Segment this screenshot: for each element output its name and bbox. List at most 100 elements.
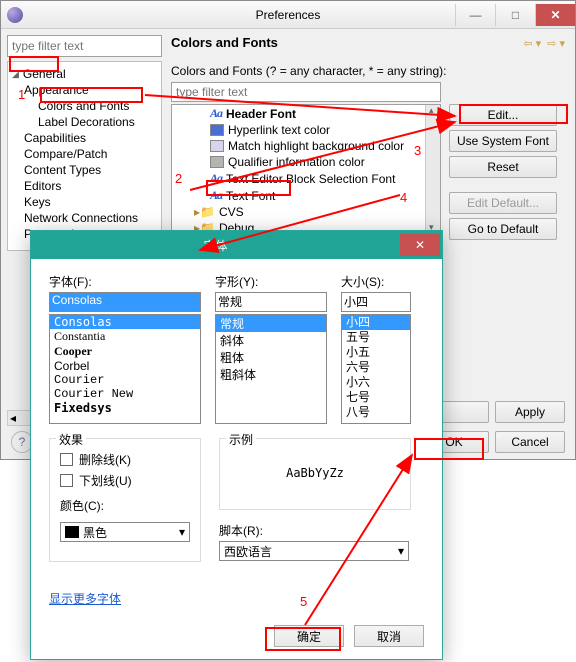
size-label: 大小(S): [341, 273, 411, 290]
annotation-5: 5 [300, 594, 307, 609]
tree-item-general[interactable]: General [8, 66, 161, 82]
underline-checkbox[interactable]: 下划线(U) [60, 472, 190, 489]
annotation-2: 2 [175, 171, 182, 186]
tree-item-network[interactable]: Network Connections [8, 210, 161, 226]
filter-hint: Colors and Fonts (? = any character, * =… [171, 64, 569, 78]
list-item[interactable]: AaText Editor Block Selection Font [172, 170, 440, 187]
sidebar: General Appearance Colors and Fonts Labe… [7, 35, 162, 251]
back-icon[interactable]: ⇦ ▾ [523, 37, 541, 50]
font-option[interactable]: Courier New [50, 387, 200, 401]
tree-item-content-types[interactable]: Content Types [8, 162, 161, 178]
size-option[interactable]: 八号 [342, 405, 410, 420]
strikeout-checkbox[interactable]: 删除线(K) [60, 451, 190, 468]
font-option[interactable]: Corbel [50, 359, 200, 373]
font-icon: Aa [210, 106, 222, 121]
color-swatch-icon [210, 156, 224, 168]
sample-label: 示例 [226, 431, 256, 448]
window-title: Preferences [256, 8, 321, 22]
app-icon [7, 7, 23, 23]
checkbox-icon [60, 474, 73, 487]
size-listbox[interactable]: 小四 五号 小五 六号 小六 七号 八号 [341, 314, 411, 424]
chevron-down-icon: ▾ [398, 544, 404, 558]
font-option[interactable]: Cooper [50, 344, 200, 359]
size-option[interactable]: 七号 [342, 390, 410, 405]
apply-button[interactable]: Apply [495, 401, 565, 423]
font-dialog-titlebar: 字体 ✕ [31, 231, 442, 259]
font-name-input[interactable]: Consolas [49, 292, 201, 312]
font-option[interactable]: Fixedsys [50, 401, 200, 415]
style-option[interactable]: 粗体 [216, 349, 326, 366]
font-option[interactable]: Courier [50, 373, 200, 387]
size-option[interactable]: 小四 [342, 315, 410, 330]
annotation-4: 4 [400, 190, 407, 205]
reset-button[interactable]: Reset [449, 156, 557, 178]
font-cancel-button[interactable]: 取消 [354, 625, 424, 647]
annotation-1: 1 [18, 87, 25, 102]
maximize-button[interactable]: □ [495, 4, 535, 26]
style-label: 字形(Y): [215, 273, 327, 290]
effects-group: 效果 删除线(K) 下划线(U) 颜色(C): 黑色▾ [49, 438, 201, 562]
list-item[interactable]: Match highlight background color [172, 138, 440, 154]
folder-icon: ▸📁 [194, 205, 215, 219]
show-more-fonts-link[interactable]: 显示更多字体 [49, 590, 121, 607]
color-swatch-icon [65, 526, 79, 538]
list-scrollbar[interactable] [425, 105, 440, 233]
tree-item-colors-fonts[interactable]: Colors and Fonts [8, 98, 161, 114]
use-system-font-button[interactable]: Use System Font [449, 130, 557, 152]
list-item[interactable]: Hyperlink text color [172, 122, 440, 138]
font-dialog-close-button[interactable]: ✕ [400, 234, 440, 256]
font-icon: Aa [210, 171, 222, 186]
tree-item-compare[interactable]: Compare/Patch [8, 146, 161, 162]
tree-item-editors[interactable]: Editors [8, 178, 161, 194]
color-select[interactable]: 黑色▾ [60, 522, 190, 542]
font-dialog-title: 字体 [31, 237, 400, 254]
page-title: Colors and Fonts [171, 35, 569, 50]
tree-item-capabilities[interactable]: Capabilities [8, 130, 161, 146]
checkbox-icon [60, 453, 73, 466]
font-listbox[interactable]: Consolas Constantia Cooper Corbel Courie… [49, 314, 201, 424]
color-swatch-icon [210, 124, 224, 136]
tree-item-appearance[interactable]: Appearance [8, 82, 161, 98]
font-option[interactable]: Consolas [50, 315, 200, 329]
sample-group: 示例 AaBbYyZz [219, 438, 411, 510]
list-folder-cvs[interactable]: ▸📁CVS [172, 204, 440, 220]
tree-item-keys[interactable]: Keys [8, 194, 161, 210]
style-option[interactable]: 常规 [216, 315, 326, 332]
chevron-down-icon: ▾ [179, 525, 185, 539]
edit-default-button[interactable]: Edit Default... [449, 192, 557, 214]
style-input[interactable]: 常规 [215, 292, 327, 312]
size-input[interactable]: 小四 [341, 292, 411, 312]
cancel-button[interactable]: Cancel [495, 431, 565, 453]
size-option[interactable]: 小五 [342, 345, 410, 360]
forward-icon[interactable]: ⇨ ▾ [547, 37, 565, 50]
font-dialog: 字体 ✕ 字体(F): Consolas Consolas Constantia… [30, 230, 443, 660]
script-select[interactable]: 西欧语言▾ [219, 541, 409, 561]
font-label: 字体(F): [49, 273, 201, 290]
effects-label: 效果 [56, 431, 86, 448]
colors-fonts-list[interactable]: AaHeader Font Hyperlink text color Match… [171, 104, 441, 234]
font-ok-button[interactable]: 确定 [274, 625, 344, 647]
script-label: 脚本(R): [219, 522, 411, 539]
minimize-button[interactable]: — [455, 4, 495, 26]
color-label: 颜色(C): [60, 497, 190, 514]
style-listbox[interactable]: 常规 斜体 粗体 粗斜体 [215, 314, 327, 424]
close-button[interactable]: ✕ [535, 4, 575, 26]
font-icon: Aa [210, 188, 222, 203]
tree-filter-input[interactable] [7, 35, 162, 57]
nav-history: ⇦ ▾ ⇨ ▾ [523, 37, 565, 50]
list-item[interactable]: AaHeader Font [172, 105, 440, 122]
list-filter-input[interactable] [171, 82, 441, 102]
list-item[interactable]: Qualifier information color [172, 154, 440, 170]
titlebar: Preferences — □ ✕ [1, 1, 575, 29]
size-option[interactable]: 小六 [342, 375, 410, 390]
style-option[interactable]: 斜体 [216, 332, 326, 349]
size-option[interactable]: 六号 [342, 360, 410, 375]
go-to-default-button[interactable]: Go to Default [449, 218, 557, 240]
style-option[interactable]: 粗斜体 [216, 366, 326, 383]
font-option[interactable]: Constantia [50, 329, 200, 344]
preferences-tree[interactable]: General Appearance Colors and Fonts Labe… [7, 61, 162, 251]
edit-button[interactable]: Edit... [449, 104, 557, 126]
sample-text: AaBbYyZz [286, 466, 344, 480]
size-option[interactable]: 五号 [342, 330, 410, 345]
tree-item-label-decorations[interactable]: Label Decorations [8, 114, 161, 130]
